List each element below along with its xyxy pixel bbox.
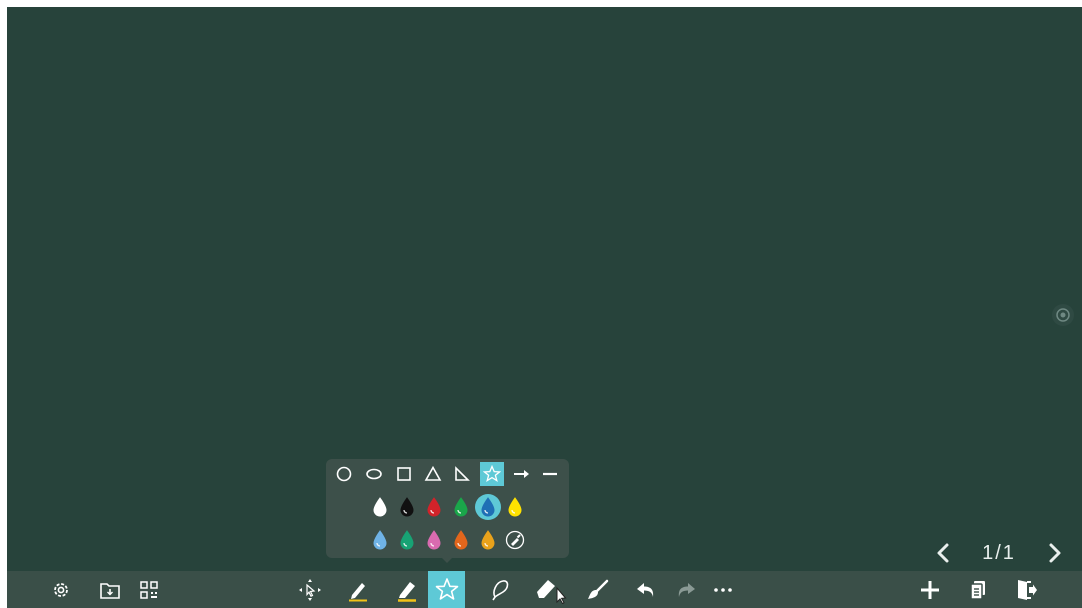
shape-style-popup <box>326 459 569 558</box>
redo-button[interactable] <box>667 571 704 608</box>
settings-dot-icon <box>1056 308 1070 322</box>
highlighter-icon <box>397 581 416 602</box>
ellipse-shape-icon[interactable] <box>362 462 386 486</box>
settings-button[interactable] <box>42 571 79 608</box>
add-page-button[interactable] <box>911 571 948 608</box>
square-shape-icon[interactable] <box>392 462 416 486</box>
star-shape-option-icon[interactable] <box>480 462 504 486</box>
color-swatch[interactable] <box>396 528 418 552</box>
color-picker-icon[interactable] <box>504 528 526 552</box>
color-swatch[interactable] <box>396 495 418 519</box>
color-swatch[interactable] <box>504 495 526 519</box>
gear-icon <box>53 582 68 597</box>
right-triangle-shape-icon[interactable] <box>450 462 474 486</box>
color-swatch[interactable] <box>423 528 445 552</box>
triangle-shape-icon[interactable] <box>421 462 445 486</box>
color-swatch[interactable] <box>423 495 445 519</box>
redo-icon <box>678 582 695 597</box>
lasso-icon <box>491 579 508 600</box>
undo-button[interactable] <box>627 571 664 608</box>
popup-pointer <box>440 556 454 563</box>
color-swatch[interactable] <box>450 495 472 519</box>
color-swatch[interactable] <box>477 528 499 552</box>
pen-tool-button[interactable] <box>339 571 376 608</box>
undo-icon <box>636 582 653 597</box>
eraser-tool-button[interactable] <box>531 571 568 608</box>
clear-brush-button[interactable] <box>579 571 616 608</box>
move-select-icon <box>298 578 321 601</box>
shape-tool-button[interactable] <box>428 571 465 608</box>
circle-shape-icon[interactable] <box>332 462 356 486</box>
color-swatch[interactable] <box>369 495 391 519</box>
more-tools-button[interactable] <box>704 571 741 608</box>
pen-icon <box>348 582 367 601</box>
page-list-button[interactable] <box>959 571 996 608</box>
side-menu-handle[interactable] <box>1052 304 1074 326</box>
eraser-icon <box>536 579 567 604</box>
exit-button[interactable] <box>1007 571 1044 608</box>
share-qr-button[interactable] <box>130 571 167 608</box>
page-counter: 1/1 <box>982 541 1016 564</box>
qr-code-icon <box>139 580 158 599</box>
folder-download-icon <box>99 582 120 599</box>
select-tool-button[interactable] <box>291 571 328 608</box>
line-shape-icon[interactable] <box>538 462 562 486</box>
lasso-tool-button[interactable] <box>481 571 518 608</box>
save-file-button[interactable] <box>91 571 128 608</box>
bottom-toolbar <box>7 571 1082 608</box>
pages-icon <box>969 580 985 600</box>
add-page-icon <box>920 580 939 599</box>
next-page-icon[interactable] <box>1046 542 1064 564</box>
highlighter-tool-button[interactable] <box>388 571 425 608</box>
color-swatch[interactable] <box>450 528 472 552</box>
arrow-shape-icon[interactable] <box>509 462 533 486</box>
prev-page-icon[interactable] <box>934 542 952 564</box>
page-navigator: 1/1 <box>934 540 1064 566</box>
brush-icon <box>587 579 608 599</box>
color-swatch[interactable] <box>369 528 391 552</box>
exit-icon <box>1017 579 1037 600</box>
color-swatch[interactable] <box>475 494 501 520</box>
star-shape-icon <box>435 577 458 600</box>
more-icon <box>713 587 732 592</box>
